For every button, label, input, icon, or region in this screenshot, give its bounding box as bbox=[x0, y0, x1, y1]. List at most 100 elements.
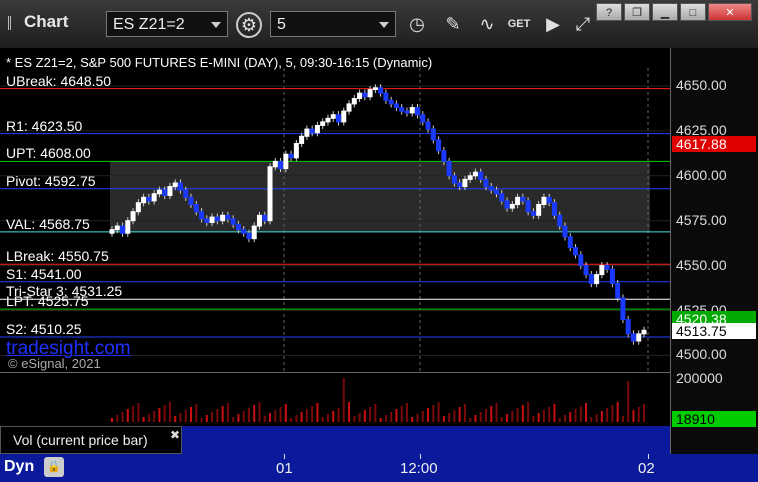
candle-body bbox=[630, 333, 636, 342]
candle-body bbox=[246, 232, 252, 240]
y-tick-label: 4500.00 bbox=[676, 346, 727, 363]
candle-body bbox=[509, 204, 515, 209]
lock-icon[interactable]: 🔒 bbox=[44, 457, 64, 477]
candle-body bbox=[167, 186, 173, 197]
level-label: R1: 4623.50 bbox=[6, 117, 83, 134]
candle-body bbox=[299, 135, 305, 144]
candle-body bbox=[188, 196, 194, 206]
level-label: UBreak: 4648.50 bbox=[6, 72, 112, 89]
candle-body bbox=[499, 193, 505, 202]
candle-body bbox=[304, 128, 310, 137]
candle-body bbox=[573, 247, 579, 256]
candle-body bbox=[278, 160, 284, 170]
candle-body bbox=[641, 329, 647, 335]
candle-body bbox=[230, 218, 236, 225]
candle-body bbox=[125, 220, 131, 234]
x-tick bbox=[420, 454, 421, 459]
x-label-02: 02 bbox=[638, 460, 655, 477]
chart-window: Chart ES Z21=2 ⚙ 5 ◷ ✎ ∿ GET ▶ ⤢ ? ❐ ▁ □… bbox=[0, 0, 758, 482]
candle-body bbox=[557, 214, 563, 227]
candle-body bbox=[293, 142, 299, 159]
x-tick bbox=[284, 454, 285, 459]
candle-body bbox=[457, 182, 463, 188]
candle-body bbox=[388, 99, 394, 105]
candle-body bbox=[151, 193, 157, 202]
candle-body bbox=[436, 139, 442, 152]
candle-body bbox=[241, 229, 247, 234]
candle-body bbox=[346, 103, 352, 112]
candle-body bbox=[357, 92, 363, 100]
candle-body bbox=[530, 211, 536, 216]
candle-body bbox=[594, 274, 600, 285]
level-label: Pivot: 4592.75 bbox=[6, 172, 96, 189]
candle-body bbox=[220, 214, 226, 222]
candle-body bbox=[204, 218, 210, 223]
candle-body bbox=[325, 117, 331, 123]
candle-body bbox=[478, 171, 484, 180]
candle-body bbox=[251, 225, 257, 240]
candle-body bbox=[288, 153, 294, 159]
candle-body bbox=[551, 202, 557, 216]
y-tick-label: 4550.00 bbox=[676, 256, 727, 273]
candle-body bbox=[546, 196, 552, 204]
candle-body bbox=[114, 225, 120, 231]
candle-body bbox=[488, 186, 494, 191]
candle-body bbox=[120, 225, 126, 234]
candle-body bbox=[351, 98, 357, 105]
chart-header: * ES Z21=2, S&P 500 FUTURES E-MINI (DAY)… bbox=[6, 55, 433, 70]
candle-body bbox=[425, 121, 431, 130]
candle-body bbox=[225, 214, 231, 220]
copyright: © eSignal, 2021 bbox=[8, 356, 101, 371]
candle-body bbox=[588, 274, 594, 285]
candle-body bbox=[172, 182, 178, 188]
candle-body bbox=[441, 150, 447, 162]
price-tag: 4617.88 bbox=[672, 135, 756, 152]
candle-body bbox=[609, 268, 615, 285]
candle-body bbox=[620, 297, 626, 320]
candle-body bbox=[130, 211, 136, 222]
candle-body bbox=[494, 189, 500, 195]
candle-body bbox=[341, 110, 347, 123]
candle-body bbox=[177, 182, 183, 191]
candle-body bbox=[183, 189, 189, 198]
candle-body bbox=[372, 87, 378, 91]
volume-tick-label: 200000 bbox=[676, 370, 723, 386]
price-tag: 4513.75 bbox=[672, 322, 756, 339]
candle-body bbox=[193, 204, 199, 213]
candle-body bbox=[235, 223, 241, 231]
level-label: S2: 4510.25 bbox=[6, 321, 82, 337]
candle-body bbox=[309, 128, 315, 134]
candle-body bbox=[567, 236, 573, 249]
candle-body bbox=[562, 225, 568, 238]
candle-body bbox=[393, 103, 399, 109]
candle-body bbox=[467, 175, 473, 180]
candle-body bbox=[362, 92, 368, 98]
candle-body bbox=[320, 121, 326, 126]
candle-body bbox=[525, 200, 531, 213]
candle-body bbox=[415, 107, 421, 116]
candle-body bbox=[399, 107, 405, 112]
candle-body bbox=[409, 107, 415, 114]
mode-label[interactable]: Dyn bbox=[4, 458, 34, 476]
candle-body bbox=[625, 318, 631, 335]
study-label[interactable]: Vol (current price bar) bbox=[0, 426, 182, 454]
candle-body bbox=[636, 333, 642, 342]
candle-body bbox=[156, 189, 162, 195]
candle-body bbox=[330, 114, 336, 119]
candle-body bbox=[383, 92, 389, 101]
y-tick-label: 4600.00 bbox=[676, 166, 727, 183]
candle-body bbox=[162, 189, 168, 197]
x-tick bbox=[648, 454, 649, 459]
level-label: VAL: 4568.75 bbox=[6, 215, 90, 232]
close-icon[interactable]: ✖ bbox=[170, 428, 180, 442]
candle-body bbox=[536, 204, 542, 216]
x-label-01: 01 bbox=[276, 460, 293, 477]
volume-tag: 18910 bbox=[672, 411, 756, 427]
candle-body bbox=[135, 202, 141, 213]
candle-body bbox=[272, 160, 278, 168]
price-chart bbox=[0, 68, 670, 422]
candle-body bbox=[520, 196, 526, 202]
level-label: UPT: 4608.00 bbox=[6, 145, 91, 162]
candle-body bbox=[446, 160, 452, 177]
candle-body bbox=[420, 114, 426, 123]
